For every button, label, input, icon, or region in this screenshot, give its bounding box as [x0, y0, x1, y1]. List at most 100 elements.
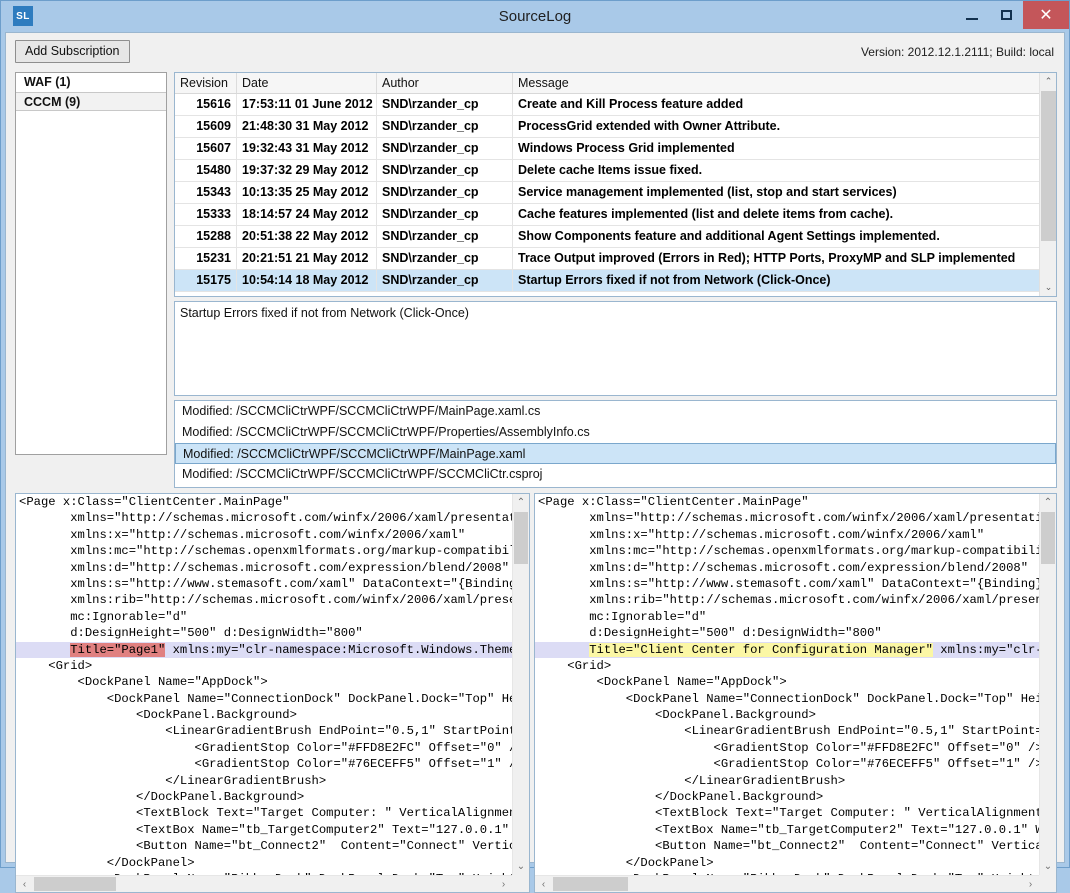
cell-message: Delete cache Items issue fixed. — [513, 160, 1056, 181]
code-line: xmlns:s="http://www.stemasoft.com/xaml" … — [538, 576, 1039, 591]
revision-grid-body[interactable]: 15616 17:53:11 01 June 2012 SND\rzander_cp… — [175, 94, 1056, 292]
cell-revision: 15288 — [175, 226, 237, 247]
code-line: <LinearGradientBrush EndPoint="0.5,1" St… — [538, 724, 1039, 739]
code-line: xmlns:d="http://schemas.microsoft.com/ex… — [19, 560, 510, 575]
diff-right-vscrollbar[interactable]: ⌃ ⌄ — [1039, 494, 1056, 875]
revision-grid-scrollbar[interactable]: ⌃ ⌄ — [1039, 73, 1056, 296]
sourcelog-window: SL SourceLog ✕ Add Subscription Version:… — [0, 0, 1070, 893]
scrollbar-thumb[interactable] — [34, 877, 116, 891]
scrollbar-thumb[interactable] — [514, 512, 528, 564]
scrollbar-thumb[interactable] — [1041, 91, 1056, 241]
table-row[interactable]: 15480 19:37:32 29 May 2012 SND\rzander_cp D… — [175, 160, 1056, 182]
table-row[interactable]: 15343 10:13:35 25 May 2012 SND\rzander_cp S… — [175, 182, 1056, 204]
version-label: Version: 2012.12.1.2111; Build: local — [860, 45, 1054, 59]
table-row[interactable]: 15333 18:14:57 24 May 2012 SND\rzander_cp C… — [175, 204, 1056, 226]
cell-message: Windows Process Grid implemented — [513, 138, 1056, 159]
cell-date: 19:37:32 29 May 2012 — [237, 160, 377, 181]
cell-date: 18:14:57 24 May 2012 — [237, 204, 377, 225]
code-line: <GradientStop Color="#FFD8E2FC" Offset="… — [19, 740, 512, 755]
minimize-icon — [966, 18, 978, 20]
code-line: Title="Client Center for Configuration M… — [535, 641, 1039, 658]
cell-date: 17:53:11 01 June 2012 — [237, 94, 377, 115]
code-line: </DockPanel> — [19, 855, 195, 870]
column-header[interactable]: Date — [237, 73, 377, 93]
cell-revision: 15343 — [175, 182, 237, 203]
table-row[interactable]: 15609 21:48:30 31 May 2012 SND\rzander_cp P… — [175, 116, 1056, 138]
code-line: xmlns="http://schemas.microsoft.com/winf… — [538, 511, 1039, 526]
cell-date: 20:51:38 22 May 2012 — [237, 226, 377, 247]
list-item[interactable]: Modified: /SCCMCliCtrWPF/SCCMCliCtrWPF/M… — [175, 401, 1056, 422]
scrollbar-thumb[interactable] — [553, 877, 628, 891]
cell-date: 20:21:51 21 May 2012 — [237, 248, 377, 269]
code-line: <DockPanel Name="AppDock"> — [19, 675, 268, 690]
scroll-up-icon[interactable]: ⌃ — [1040, 494, 1056, 511]
list-item[interactable]: Modified: /SCCMCliCtrWPF/SCCMCliCtrWPF/M… — [175, 443, 1056, 464]
cell-message: ProcessGrid extended with Owner Attribut… — [513, 116, 1056, 137]
revision-grid[interactable]: Revision Date Author Message 15616 17:53:11 … — [174, 72, 1057, 297]
scroll-down-icon[interactable]: ⌄ — [513, 858, 529, 875]
scroll-left-icon[interactable]: ‹ — [16, 876, 33, 892]
scroll-left-icon[interactable]: ‹ — [535, 876, 552, 892]
column-header[interactable]: Author — [377, 73, 513, 93]
scroll-down-icon[interactable]: ⌄ — [1040, 279, 1056, 296]
cell-revision: 15609 — [175, 116, 237, 137]
table-row[interactable]: 15607 19:32:43 31 May 2012 SND\rzander_cp W… — [175, 138, 1056, 160]
scroll-right-icon[interactable]: › — [1022, 876, 1039, 892]
cell-revision: 15231 — [175, 248, 237, 269]
code-line: xmlns:x="http://schemas.microsoft.com/wi… — [538, 527, 985, 542]
column-header[interactable]: Message — [513, 73, 1056, 93]
code-line: xmlns:mc="http://schemas.openxmlformats.… — [19, 544, 512, 559]
changed-files-list[interactable]: Modified: /SCCMCliCtrWPF/SCCMCliCtrWPF/M… — [174, 400, 1057, 488]
scrollbar-thumb[interactable] — [1041, 512, 1055, 564]
maximize-icon — [1000, 10, 1012, 20]
code-line: xmlns="http://schemas.microsoft.com/winf… — [19, 511, 512, 526]
code-line: <Page x:Class="ClientCenter.MainPage" — [538, 495, 809, 509]
scroll-right-icon[interactable]: › — [495, 876, 512, 892]
code-line: <GradientStop Color="#76ECEFF5" Offset="… — [538, 757, 1039, 772]
table-row[interactable]: 15288 20:51:38 22 May 2012 SND\rzander_cp S… — [175, 226, 1056, 248]
add-subscription-button[interactable]: Add Subscription — [15, 40, 130, 63]
cell-date: 10:54:14 18 May 2012 — [237, 270, 377, 291]
code-line: <TextBox Name="tb_TargetComputer2" Text=… — [538, 822, 1039, 837]
diff-code-left: <Page x:Class="ClientCenter.MainPage" xm… — [16, 494, 512, 875]
table-row[interactable]: 15616 17:53:11 01 June 2012 SND\rzander_cp… — [175, 94, 1056, 116]
cell-author: SND\rzander_cp — [377, 270, 513, 291]
diff-pane-left[interactable]: <Page x:Class="ClientCenter.MainPage" xm… — [15, 493, 530, 893]
list-item[interactable]: Modified: /SCCMCliCtrWPF/SCCMCliCtrWPF/P… — [175, 422, 1056, 443]
diff-left-hscrollbar[interactable]: ‹ › — [16, 875, 512, 892]
code-line-tail: xmlns:my="clr-name — [940, 642, 1039, 657]
code-line: Title="Page1" xmlns:my="clr-namespace:Mi… — [16, 641, 512, 658]
close-button[interactable]: ✕ — [1023, 1, 1069, 29]
code-line: xmlns:d="http://schemas.microsoft.com/ex… — [538, 560, 1029, 575]
code-line: <DockPanel Name="AppDock"> — [538, 675, 787, 690]
cell-date: 10:13:35 25 May 2012 — [237, 182, 377, 203]
list-item[interactable]: Modified: /SCCMCliCtrWPF/SCCMCliCtrWPF/S… — [175, 464, 1056, 485]
sidebar-item[interactable]: WAF (1) — [16, 73, 166, 92]
revision-grid-header: Revision Date Author Message — [175, 73, 1056, 94]
scroll-up-icon[interactable]: ⌃ — [513, 494, 529, 511]
cell-revision: 15616 — [175, 94, 237, 115]
scroll-up-icon[interactable]: ⌃ — [1040, 73, 1056, 90]
window-title: SourceLog — [498, 7, 572, 25]
diff-right-hscrollbar[interactable]: ‹ › — [535, 875, 1039, 892]
cell-author: SND\rzander_cp — [377, 182, 513, 203]
minimize-button[interactable] — [955, 1, 989, 29]
subscription-list[interactable]: WAF (1) CCCM (9) — [15, 72, 167, 455]
diff-pane-right[interactable]: <Page x:Class="ClientCenter.MainPage" xm… — [534, 493, 1057, 893]
cell-date: 21:48:30 31 May 2012 — [237, 116, 377, 137]
maximize-button[interactable] — [989, 1, 1023, 29]
column-header[interactable]: Revision — [175, 73, 237, 93]
code-line: <LinearGradientBrush EndPoint="0.5,1" St… — [19, 724, 512, 739]
diff-left-vscrollbar[interactable]: ⌃ ⌄ — [512, 494, 529, 875]
code-line: </DockPanel.Background> — [19, 790, 305, 805]
scrollbar-corner — [1039, 875, 1056, 892]
table-row[interactable]: 15231 20:21:51 21 May 2012 SND\rzander_cp T… — [175, 248, 1056, 270]
sidebar-item[interactable]: CCCM (9) — [16, 92, 166, 111]
cell-author: SND\rzander_cp — [377, 204, 513, 225]
table-row[interactable]: 15175 10:54:14 18 May 2012 SND\rzander_cp S… — [175, 270, 1056, 292]
code-line: </DockPanel> — [538, 855, 714, 870]
cell-revision: 15480 — [175, 160, 237, 181]
window-controls: ✕ — [955, 1, 1069, 31]
scroll-down-icon[interactable]: ⌄ — [1040, 858, 1056, 875]
code-line: <Grid> — [19, 658, 93, 673]
